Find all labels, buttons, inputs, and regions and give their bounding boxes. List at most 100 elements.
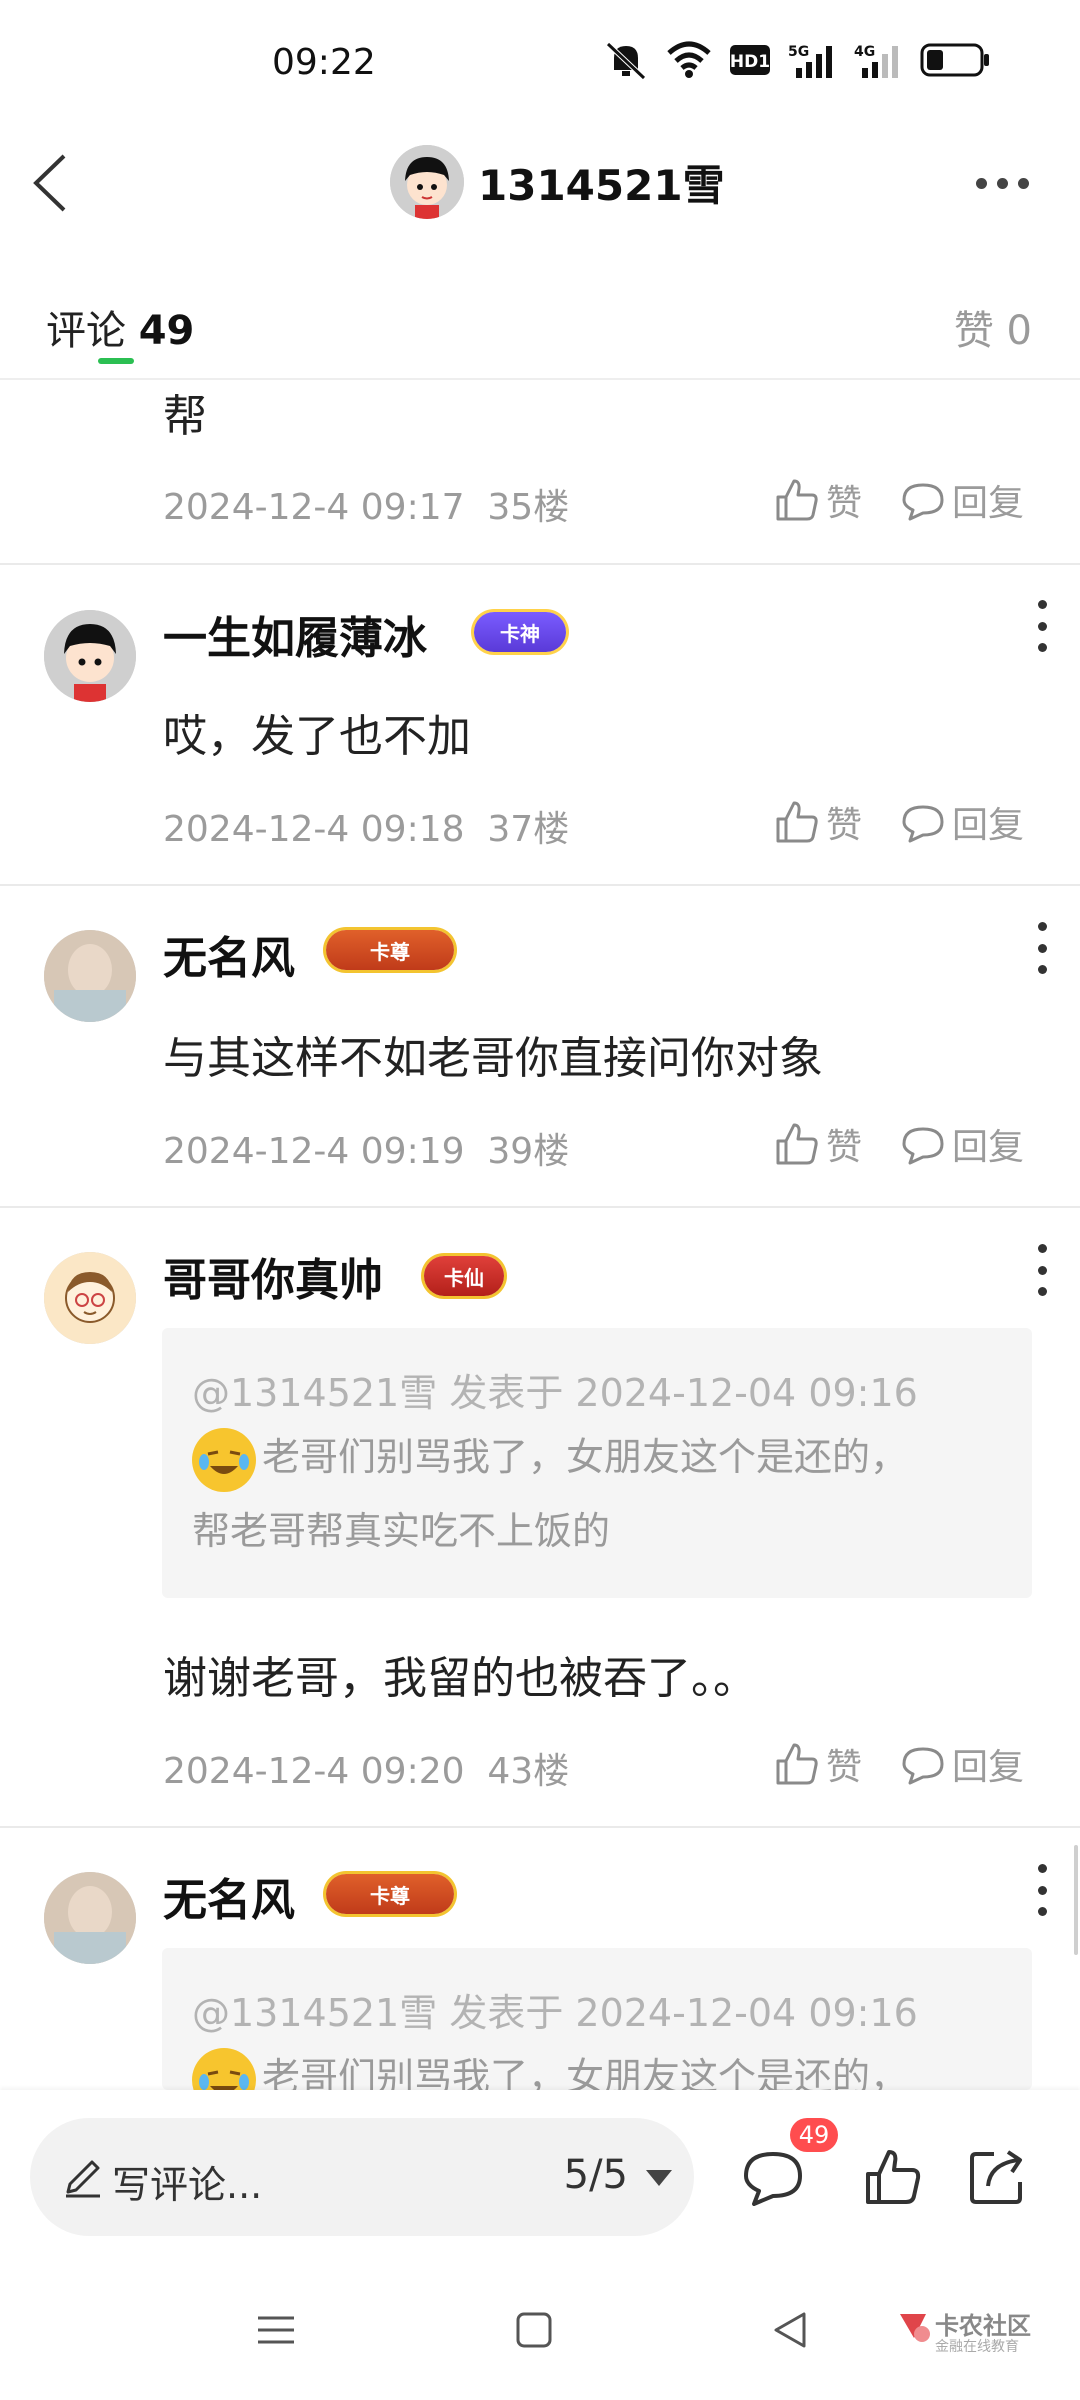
comment-author[interactable]: 无名风 <box>163 1864 295 1928</box>
avatar[interactable] <box>44 610 136 702</box>
comment-text: 哎，发了也不加 <box>163 711 471 762</box>
like-label: 赞 <box>826 483 863 524</box>
dot-icon <box>1037 643 1047 652</box>
comment-input-placeholder: 写评论... <box>112 2163 263 2207</box>
quote-line: 老哥们别骂我了，女朋友这个是还的， <box>262 2055 909 2090</box>
caret-down-icon[interactable] <box>646 2170 672 2186</box>
comment-floor: 43楼 <box>487 1751 570 1792</box>
wifi-icon <box>667 41 711 78</box>
back-nav-button[interactable] <box>770 2310 810 2354</box>
reply-button[interactable]: 回复 <box>900 1118 1024 1170</box>
quoted-post[interactable]: @1314521雪 发表于 2024-12-04 09:16 老哥们别骂我了，女… <box>162 1328 1032 1598</box>
divider <box>0 1826 1080 1828</box>
quote-header: @1314521雪 发表于 2024-12-04 09:16 <box>192 1991 918 2035</box>
comment-floor: 39楼 <box>487 1131 570 1172</box>
tab-comments[interactable]: 评论 49 <box>46 298 194 356</box>
chevron-left-icon <box>33 154 66 212</box>
net1-label: 5G <box>788 44 809 60</box>
scrollbar[interactable] <box>1074 1845 1078 1955</box>
reply-label: 回复 <box>952 1127 1025 1168</box>
comment-count-badge: 49 <box>790 2118 838 2152</box>
reply-label: 回复 <box>952 483 1025 524</box>
reply-button[interactable]: 回复 <box>900 796 1024 848</box>
home-nav-button[interactable] <box>514 2310 554 2354</box>
comment-meta: 2024-12-4 09:20 43楼 <box>163 1742 569 1794</box>
share-icon <box>970 2150 1022 2204</box>
thumb-up-icon <box>776 1123 818 1165</box>
divider <box>0 884 1080 886</box>
dot-icon <box>1037 1265 1047 1275</box>
comment-input[interactable]: 写评论... 5/5 <box>30 2118 694 2236</box>
like-post-button[interactable] <box>864 2148 922 2210</box>
comment-author[interactable]: 无名风 <box>163 922 295 986</box>
chat-bubble-icon <box>902 483 944 521</box>
comment-text: 与其这样不如老哥你直接问你对象 <box>163 1033 823 1084</box>
reply-label: 回复 <box>952 805 1025 846</box>
comments-button[interactable] <box>742 2148 804 2210</box>
dot-icon <box>997 177 1008 189</box>
more-options-button[interactable] <box>976 168 1036 198</box>
comment-meta: 2024-12-4 09:18 37楼 <box>163 800 569 852</box>
thumb-up-icon <box>776 801 818 843</box>
quoted-post[interactable]: @1314521雪 发表于 2024-12-04 09:16 老哥们别骂我了，女… <box>162 1948 1032 2090</box>
avatar[interactable] <box>44 930 136 1022</box>
comment-meta: 2024-12-4 09:17 35楼 <box>163 478 569 530</box>
comment-meta: 2024-12-4 09:19 39楼 <box>163 1122 569 1174</box>
avatar[interactable] <box>390 145 464 219</box>
tab-likes[interactable]: 赞 0 <box>954 298 1032 356</box>
pencil-icon <box>66 2160 100 2198</box>
page-indicator[interactable]: 5/5 <box>564 2152 628 2198</box>
dot-icon <box>1037 965 1047 974</box>
rank-badge: 卡尊 <box>326 1874 454 1914</box>
dot-icon <box>1037 600 1047 609</box>
like-label: 赞 <box>826 805 863 846</box>
thumb-up-icon <box>776 1743 818 1785</box>
comment-date: 2024-12-4 09:19 <box>163 1131 465 1172</box>
share-button[interactable] <box>966 2146 1028 2212</box>
reply-label: 回复 <box>952 1747 1025 1788</box>
tab-comments-count: 49 <box>138 308 195 354</box>
menu-nav-button[interactable] <box>256 2310 296 2354</box>
dot-icon <box>1018 177 1029 189</box>
like-button[interactable]: 赞 <box>774 1118 862 1170</box>
dot-icon <box>1037 1907 1047 1916</box>
comment-floor: 37楼 <box>487 809 570 850</box>
triangle-back-icon <box>774 2312 806 2348</box>
mute-bell-icon <box>606 42 646 80</box>
thumb-up-icon <box>866 2150 921 2204</box>
net2-label: 4G <box>854 44 875 60</box>
comment-more-button[interactable] <box>1032 1864 1052 1916</box>
comment-more-button[interactable] <box>1032 922 1052 974</box>
comment-author[interactable]: 一生如履薄冰 <box>163 602 427 666</box>
chat-bubble-icon <box>902 1747 944 1785</box>
like-label: 赞 <box>826 1747 863 1788</box>
quote-header: @1314521雪 发表于 2024-12-04 09:16 <box>192 1371 918 1415</box>
like-button[interactable]: 赞 <box>774 474 862 526</box>
watermark-subtext: 金融在线教育 <box>935 2339 1019 2355</box>
chat-bubble-icon <box>902 1127 944 1165</box>
rank-badge: 卡尊 <box>326 930 454 970</box>
hd-icon: HD1 <box>730 45 770 75</box>
comment-more-button[interactable] <box>1032 1244 1052 1296</box>
header-user[interactable]: 1314521雪 <box>390 145 725 219</box>
comment-author[interactable]: 哥哥你真帅 <box>163 1244 383 1308</box>
status-icons: HD1 5G 4G <box>604 40 990 80</box>
comment-floor: 35楼 <box>487 487 570 528</box>
dot-icon <box>1037 943 1047 953</box>
signal-4g-icon: 4G <box>854 44 898 78</box>
avatar[interactable] <box>44 1872 136 1964</box>
comment-text: 帮 <box>163 391 207 442</box>
dot-icon <box>1037 621 1047 631</box>
avatar[interactable] <box>44 1252 136 1344</box>
like-button[interactable]: 赞 <box>774 1738 862 1790</box>
comment-more-button[interactable] <box>1032 600 1052 652</box>
kanong-logo-icon <box>900 2314 930 2342</box>
signal-5g-icon: 5G <box>788 44 832 78</box>
back-button[interactable] <box>26 150 76 216</box>
like-label: 赞 <box>826 1127 863 1168</box>
like-button[interactable]: 赞 <box>774 796 862 848</box>
crying-laugh-emoji-icon <box>192 1427 256 1492</box>
reply-button[interactable]: 回复 <box>900 474 1024 526</box>
reply-button[interactable]: 回复 <box>900 1738 1024 1790</box>
chat-bubble-icon <box>902 805 944 843</box>
